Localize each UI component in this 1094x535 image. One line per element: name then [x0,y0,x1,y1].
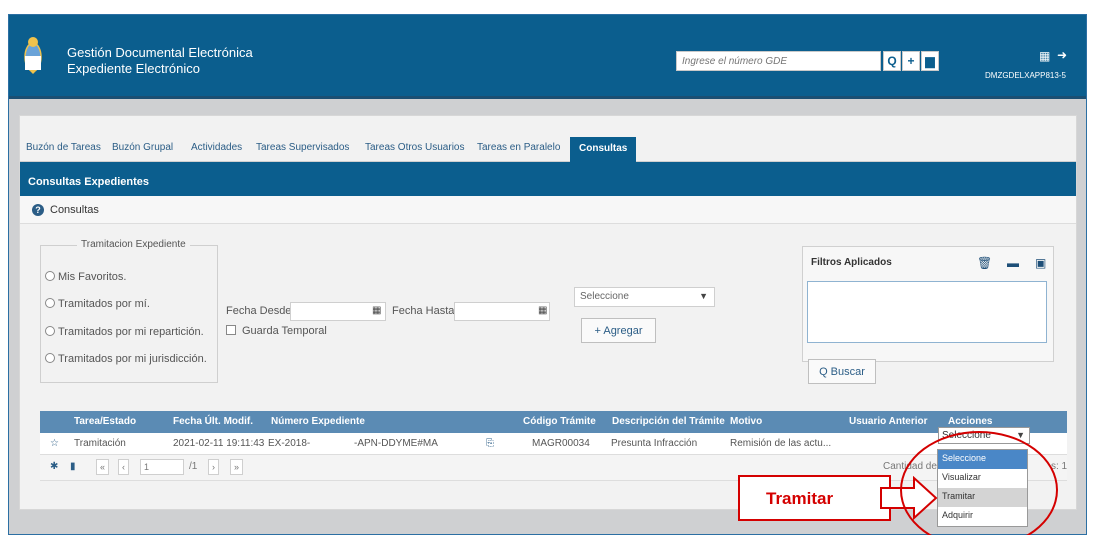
app-title-line2: Expediente Electrónico [67,61,200,76]
radio-tramitados-por-mi-reparticion[interactable]: Tramitados por mi repartición. [45,326,204,338]
cell-numero-suffix: -APN-DDYME#MA [354,438,438,449]
radio-circle [45,271,55,281]
trash-icon[interactable]: 🗑 [977,256,992,270]
chevron-down-icon: ▼ [699,291,708,301]
tab-buzon-tareas[interactable]: Buzón de Tareas [26,142,101,153]
next-page-button[interactable]: › [208,459,219,475]
calendar-icon[interactable]: ▦ [538,305,547,316]
plus-icon[interactable]: + [902,51,920,71]
consultas-label: Consultas [50,204,99,216]
tab-tareas-otros-usuarios[interactable]: Tareas Otros Usuarios [365,142,464,153]
cell-numero-prefix: EX-2018- [268,438,311,449]
save-icon[interactable]: ▣ [1035,256,1046,270]
folder-open-icon[interactable]: ▬ [1007,256,1019,270]
fecha-hasta-input[interactable] [454,302,550,321]
radio-mis-favoritos[interactable]: Mis Favoritos. [45,271,126,283]
gde-number-search-input[interactable] [676,51,881,71]
copy-icon[interactable]: ⎘ [486,438,494,449]
table-row: ☆ Tramitación 2021-02-11 19:11:43 EX-201… [40,433,1067,455]
criteria-select-value: Seleccione [580,291,629,302]
page-number-input[interactable]: 1 [140,459,184,475]
radio-circle [45,298,55,308]
tramitar-annotation-label: Tramitar [738,475,891,521]
radio-tramitados-por-mi[interactable]: Tramitados por mí. [45,298,150,310]
radio-label: Mis Favoritos. [58,271,127,283]
star-icon[interactable]: ☆ [50,438,59,449]
document-icon[interactable]: ▮ [70,461,76,472]
tab-bar: Buzón de Tareas Buzón Grupal Actividades… [20,136,1076,162]
radio-circle [45,353,55,363]
top-header: Gestión Documental Electrónica Expedient… [9,15,1086,99]
filtros-aplicados-panel: Filtros Aplicados 🗑 ▬ ▣ [802,246,1054,362]
tab-buzon-grupal[interactable]: Buzón Grupal [112,142,173,153]
col-acciones: Acciones [948,416,993,427]
radio-label: Tramitados por mí. [58,298,150,310]
section-title: Consultas Expedientes [20,162,1076,196]
agregar-button[interactable]: + Agregar [581,318,656,343]
col-tarea-estado[interactable]: Tarea/Estado [74,416,136,427]
cell-tarea: Tramitación [74,438,126,449]
tab-consultas[interactable]: Consultas [570,137,637,162]
app-title-line1: Gestión Documental Electrónica [67,45,253,60]
last-page-button[interactable]: » [230,459,244,475]
gear-icon[interactable]: ✱ [50,461,58,472]
page-total: /1 [189,461,198,472]
col-codigo-tramite[interactable]: Código Trámite [523,416,596,427]
argentina-shield-logo [24,37,42,74]
filtros-aplicados-area[interactable] [807,281,1047,343]
radio-label: Tramitados por mi jurisdicción. [58,353,207,365]
cell-fecha: 2021-02-11 19:11:43 [173,438,265,449]
guarda-temporal-label: Guarda Temporal [242,325,327,337]
search-icon[interactable]: Q [883,51,901,71]
cell-descripcion: Presunta Infracción [611,438,698,449]
cell-codigo: MAGR00034 [532,438,590,449]
tramitacion-legend: Tramitacion Expediente [77,239,190,250]
guarda-temporal-checkbox[interactable]: Guarda Temporal [226,325,327,337]
buscar-button[interactable]: Q Buscar [808,359,876,384]
apps-grid-icon[interactable]: ▦ [1039,49,1050,63]
results-table-header: Tarea/Estado Fecha Últ. Modif. Número Ex… [40,411,1067,433]
tab-actividades[interactable]: Actividades [191,142,242,153]
first-page-button[interactable]: « [96,459,110,475]
consultas-row: ? Consultas [20,196,1076,224]
cell-motivo: Remisión de las actu... [730,438,832,449]
radio-tramitados-por-mi-jurisdiccion[interactable]: Tramitados por mi jurisdicción. [45,353,207,365]
col-fecha-ult-modif[interactable]: Fecha Últ. Modif. [173,416,253,427]
fecha-desde-label: Fecha Desde [226,305,292,317]
radio-circle [45,326,55,336]
fecha-hasta-label: Fecha Hasta [392,305,455,317]
col-numero-expediente[interactable]: Número Expediente [271,416,365,427]
tab-tareas-supervisados[interactable]: Tareas Supervisados [256,142,349,153]
logout-icon[interactable]: ➜ [1057,48,1067,62]
app-brand: Gestión Documental Electrónica Expedient… [67,45,253,77]
checkbox-box [226,325,236,335]
user-machine-tag: DMZGDELXAPP813-5 [985,71,1066,80]
tramitacion-fieldset: Tramitacion Expediente Mis Favoritos. Tr… [40,239,218,383]
help-icon[interactable]: ? [32,204,44,216]
radio-label: Tramitados por mi repartición. [58,326,204,338]
filtros-aplicados-title: Filtros Aplicados [811,257,892,268]
tab-tareas-en-paralelo[interactable]: Tareas en Paralelo [477,142,560,153]
criteria-select[interactable]: Seleccione ▼ [574,287,715,307]
col-descripcion-tramite[interactable]: Descripción del Trámite [612,416,725,427]
documents-icon[interactable]: ▆ [921,51,939,71]
col-usuario-anterior[interactable]: Usuario Anterior [849,416,928,427]
calendar-icon[interactable]: ▦ [372,305,381,316]
col-motivo[interactable]: Motivo [730,416,762,427]
prev-page-button[interactable]: ‹ [118,459,129,475]
